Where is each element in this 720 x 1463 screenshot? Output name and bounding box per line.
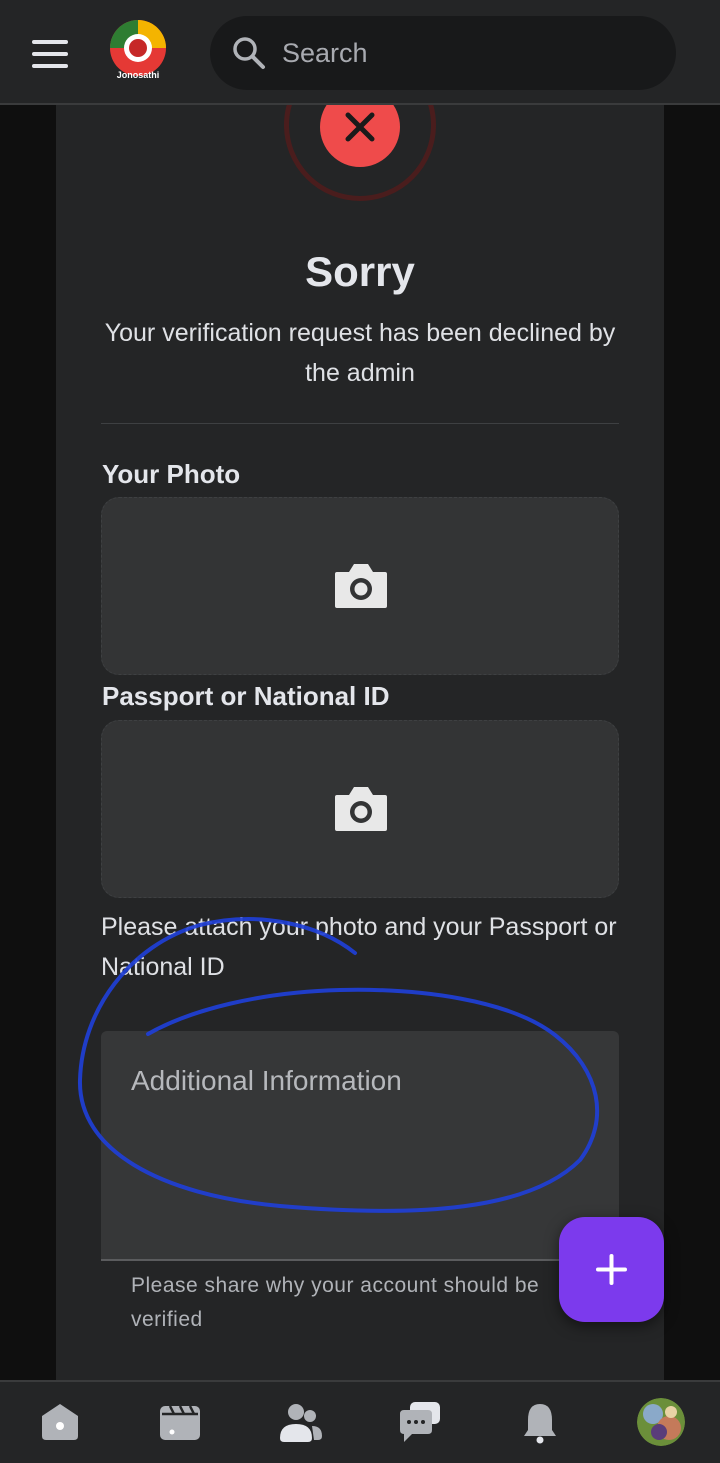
photo-label: Your Photo [102, 459, 241, 489]
friends-icon[interactable] [276, 1398, 324, 1446]
camera-icon [335, 564, 387, 608]
additional-info-helper: Please share why your account should be … [131, 1274, 540, 1331]
additional-info-input[interactable] [101, 1031, 619, 1259]
plus-icon [596, 1254, 627, 1285]
brand-logo[interactable]: Jonosathi [106, 18, 170, 86]
search-input[interactable] [282, 16, 652, 90]
status-message: Your verification request has been decli… [104, 319, 616, 387]
logo-icon [110, 20, 166, 76]
id-label: Passport or National ID [102, 681, 390, 711]
video-icon[interactable] [156, 1398, 204, 1446]
status-title: Sorry [305, 248, 415, 295]
chat-icon[interactable] [396, 1398, 444, 1446]
brand-name: Jonosathi [116, 70, 160, 80]
bottom-nav [0, 1380, 720, 1463]
camera-icon [335, 787, 387, 831]
page-gutter-left [0, 105, 56, 1380]
page-gutter-right [664, 105, 720, 1380]
photo-upload[interactable] [101, 497, 619, 675]
additional-info-field[interactable] [101, 1031, 619, 1261]
profile-avatar[interactable] [637, 1398, 685, 1446]
home-icon[interactable] [36, 1398, 84, 1446]
verification-card: Sorry Your verification request has been… [56, 105, 664, 1380]
close-icon [345, 112, 375, 142]
bell-icon[interactable] [516, 1398, 564, 1446]
divider [101, 423, 619, 424]
search-bar[interactable] [210, 16, 676, 90]
add-button[interactable] [559, 1217, 664, 1322]
id-upload[interactable] [101, 720, 619, 898]
search-icon [233, 37, 265, 69]
attach-hint: Please attach your photo and your Passpo… [101, 913, 617, 981]
top-bar: Jonosathi [0, 0, 720, 105]
menu-icon[interactable] [32, 40, 68, 68]
